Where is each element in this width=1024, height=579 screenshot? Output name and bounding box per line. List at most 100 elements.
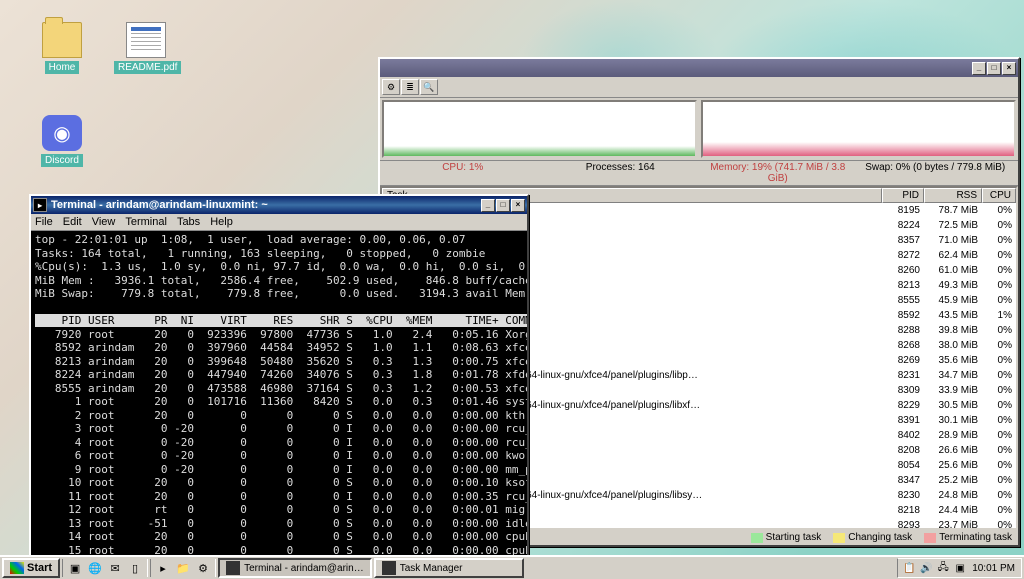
tray-icon[interactable]: 📋 — [902, 561, 916, 575]
cell-cpu: 0% — [978, 488, 1012, 503]
cell-pid: 8347 — [878, 473, 920, 488]
cell-rss: 71.0 MiB — [920, 233, 978, 248]
taskbar-clock[interactable]: 10:01 PM — [970, 563, 1017, 574]
menu-view[interactable]: View — [92, 216, 116, 228]
terminal-output[interactable]: top - 22:01:01 up 1:08, 1 user, load ave… — [31, 231, 527, 559]
file-icon — [126, 22, 166, 58]
cell-rss: 62.4 MiB — [920, 248, 978, 263]
cell-pid: 8054 — [878, 458, 920, 473]
cell-pid: 8224 — [878, 218, 920, 233]
cell-cpu: 0% — [978, 458, 1012, 473]
discord-app-icon[interactable]: ◉Discord — [30, 115, 94, 167]
task-manager-stats: CPU: 1% Processes: 164 Memory: 19% (741.… — [380, 160, 1018, 186]
tray-icon[interactable]: ▣ — [953, 561, 967, 575]
close-button[interactable]: × — [511, 199, 525, 212]
top-process-row: 8555 arindam 20 0 473588 46980 37164 S 0… — [35, 382, 527, 395]
cell-pid: 8391 — [878, 413, 920, 428]
cell-pid: 8230 — [878, 488, 920, 503]
top-process-row: 9 root 0 -20 0 0 0 I 0.0 0.0 0:00.00 mm_… — [35, 463, 527, 476]
terminal-menubar: File Edit View Terminal Tabs Help — [31, 214, 527, 231]
cell-rss: 33.9 MiB — [920, 383, 978, 398]
top-process-row: 2 root 20 0 0 0 0 S 0.0 0.0 0:00.00 kthr… — [35, 409, 527, 422]
legend-starting: Starting task — [766, 532, 822, 543]
top-process-row: 3 root 0 -20 0 0 0 I 0.0 0.0 0:00.00 rcu… — [35, 422, 527, 435]
ql-icon[interactable]: ▣ — [66, 559, 84, 577]
menu-help[interactable]: Help — [210, 216, 233, 228]
folder-icon — [42, 22, 82, 58]
menu-edit[interactable]: Edit — [63, 216, 82, 228]
maximize-button[interactable]: □ — [496, 199, 510, 212]
cell-rss: 61.0 MiB — [920, 263, 978, 278]
tray-icon[interactable]: 🖧 — [936, 561, 950, 575]
top-process-row: 8213 arindam 20 0 399648 50480 35620 S 0… — [35, 355, 527, 368]
taskbar-task-button[interactable]: Terminal - arindam@arin… — [218, 558, 372, 578]
cell-rss: 38.0 MiB — [920, 338, 978, 353]
ql-icon[interactable]: ▯ — [126, 559, 144, 577]
toolbar-search-button[interactable]: 🔍 — [420, 79, 438, 95]
minimize-button[interactable]: _ — [972, 62, 986, 75]
start-label: Start — [27, 562, 52, 574]
terminal-titlebar[interactable]: ▸ Terminal - arindam@arindam-linuxmint: … — [31, 196, 527, 214]
cell-rss: 39.8 MiB — [920, 323, 978, 338]
cell-pid: 8357 — [878, 233, 920, 248]
maximize-button[interactable]: □ — [987, 62, 1001, 75]
task-manager-graphs — [380, 98, 1018, 160]
task-manager-titlebar[interactable]: _ □ × — [380, 59, 1018, 77]
cpu-stat: CPU: 1% — [384, 162, 542, 184]
memory-stat: Memory: 19% (741.7 MiB / 3.8 GiB) — [699, 162, 857, 184]
close-button[interactable]: × — [1002, 62, 1016, 75]
top-process-row: 8224 arindam 20 0 447940 74260 34076 S 0… — [35, 368, 527, 381]
menu-terminal[interactable]: Terminal — [125, 216, 167, 228]
col-rss[interactable]: RSS — [924, 188, 982, 203]
task-button-label: Terminal - arindam@arin… — [244, 563, 364, 574]
readme-file-icon[interactable]: README.pdf — [114, 22, 178, 74]
task-manager-toolbar: ⚙ ≣ 🔍 — [380, 77, 1018, 98]
cell-pid: 8260 — [878, 263, 920, 278]
cell-rss: 23.7 MiB — [920, 518, 978, 530]
cell-rss: 24.8 MiB — [920, 488, 978, 503]
ql-icon[interactable]: ⚙ — [194, 559, 212, 577]
toolbar-tree-button[interactable]: ≣ — [401, 79, 419, 95]
start-button[interactable]: Start — [2, 558, 60, 578]
cell-pid: 8309 — [878, 383, 920, 398]
cell-rss: 45.9 MiB — [920, 293, 978, 308]
cell-rss: 43.5 MiB — [920, 308, 978, 323]
menu-file[interactable]: File — [35, 216, 53, 228]
cell-rss: 24.4 MiB — [920, 503, 978, 518]
top-process-row: 10 root 20 0 0 0 0 S 0.0 0.0 0:00.10 kso… — [35, 476, 527, 489]
terminal-title: Terminal - arindam@arindam-linuxmint: ~ — [51, 199, 268, 211]
top-header-row: PID USER PR NI VIRT RES SHR S %CPU %MEM … — [35, 314, 527, 327]
top-process-row: 12 root rt 0 0 0 0 S 0.0 0.0 0:00.01 mig… — [35, 503, 527, 516]
cell-pid: 8288 — [878, 323, 920, 338]
ql-terminal-icon[interactable]: ▸ — [154, 559, 172, 577]
minimize-button[interactable]: _ — [481, 199, 495, 212]
cell-pid: 8293 — [878, 518, 920, 530]
task-button-label: Task Manager — [400, 563, 463, 574]
quick-launch: ▣ 🌐 ✉ ▯ — [62, 559, 148, 577]
col-pid[interactable]: PID — [882, 188, 924, 203]
processes-stat: Processes: 164 — [542, 162, 700, 184]
col-cpu[interactable]: CPU — [982, 188, 1016, 203]
cell-cpu: 0% — [978, 233, 1012, 248]
cell-cpu: 0% — [978, 293, 1012, 308]
taskbar-task-button[interactable]: Task Manager — [374, 558, 524, 578]
quick-launch-2: ▸ 📁 ⚙ — [150, 559, 216, 577]
ql-icon[interactable]: 📁 — [174, 559, 192, 577]
ql-icon[interactable]: ✉ — [106, 559, 124, 577]
home-folder-icon[interactable]: Home — [30, 22, 94, 74]
cell-cpu: 0% — [978, 518, 1012, 530]
start-flag-icon — [10, 562, 24, 574]
cell-cpu: 0% — [978, 428, 1012, 443]
legend-changing: Changing task — [848, 532, 912, 543]
tray-icon[interactable]: 🔊 — [919, 561, 933, 575]
cell-cpu: 0% — [978, 368, 1012, 383]
menu-tabs[interactable]: Tabs — [177, 216, 200, 228]
top-process-row: 4 root 0 -20 0 0 0 I 0.0 0.0 0:00.00 rcu… — [35, 436, 527, 449]
top-process-row: 1 root 20 0 101716 11360 8420 S 0.0 0.3 … — [35, 395, 527, 408]
desktop-icon-label: Home — [45, 61, 80, 74]
toolbar-settings-button[interactable]: ⚙ — [382, 79, 400, 95]
task-icon — [382, 561, 396, 575]
cell-cpu: 0% — [978, 278, 1012, 293]
cell-rss: 78.7 MiB — [920, 203, 978, 218]
ql-icon[interactable]: 🌐 — [86, 559, 104, 577]
